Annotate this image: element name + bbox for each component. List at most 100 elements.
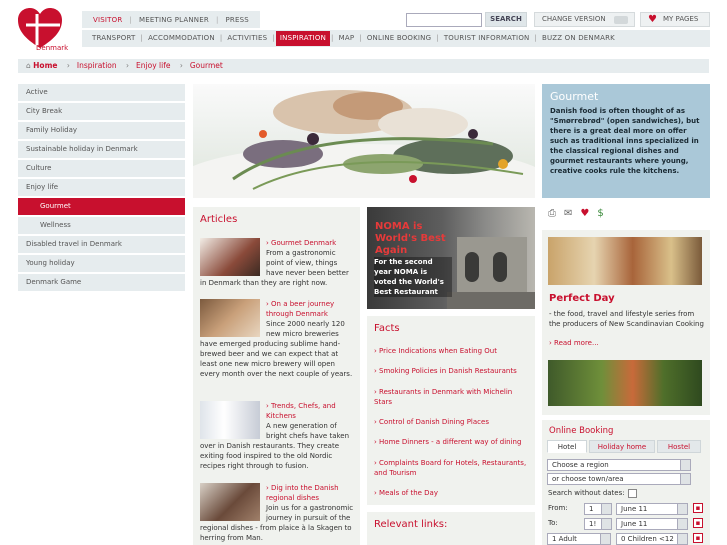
article-link[interactable]: › Trends, Chefs, and Kitchens [266, 402, 336, 420]
search-without-dates-checkbox[interactable] [628, 489, 637, 498]
search-button[interactable]: SEARCH [485, 12, 527, 27]
breadcrumb-inspiration[interactable]: Inspiration [77, 61, 117, 70]
dropdown-arrow-icon [677, 519, 687, 529]
calendar-icon[interactable]: ▪ [693, 533, 703, 543]
fact-link[interactable]: › Price Indications when Eating Out [374, 346, 532, 356]
calendar-icon[interactable]: ▪ [693, 518, 703, 528]
logo-text: Denmark [36, 44, 69, 52]
nav-buzz-on-denmark[interactable]: BUZZ ON DENMARK [538, 31, 619, 46]
top-nav-meeting-planner[interactable]: MEETING PLANNER [132, 16, 216, 24]
relevant-links-panel: Relevant links: [367, 512, 535, 545]
nav-activities[interactable]: ACTIVITIES [223, 31, 271, 46]
top-nav-press[interactable]: PRESS [219, 16, 256, 24]
search-input[interactable] [406, 13, 482, 27]
nav-map[interactable]: MAP [335, 31, 359, 46]
fact-link[interactable]: › Meals of the Day [374, 488, 532, 498]
sidebar-item-gourmet[interactable]: Gourmet [18, 198, 185, 215]
noma-text: For the second year NOMA is voted the Wo… [374, 257, 452, 297]
sidebar-item-active[interactable]: Active [18, 84, 185, 101]
fact-link[interactable]: › Smoking Policies in Danish Restaurants [374, 366, 532, 376]
facts-panel: Facts › Price Indications when Eating Ou… [367, 316, 535, 505]
to-label: To: [548, 519, 558, 527]
my-pages-label: MY PAGES [663, 15, 699, 23]
calendar-icon[interactable]: ▪ [693, 503, 703, 513]
articles-panel: Articles › Gourmet Denmark From a gastro… [193, 207, 360, 545]
gourmet-title: Gourmet [550, 90, 599, 103]
from-day-select[interactable]: 1 [584, 503, 612, 515]
top-nav-visitor[interactable]: VISITOR [86, 16, 129, 24]
region-select[interactable]: Choose a region [547, 459, 691, 471]
hero-image-gourmet-dish [193, 84, 535, 198]
top-nav: VISITOR | MEETING PLANNER | PRESS [82, 11, 260, 28]
sidebar: Active City Break Family Holiday Sustain… [18, 84, 185, 293]
from-day-value: 1 [589, 505, 594, 513]
change-version-button[interactable]: CHANGE VERSION [534, 12, 635, 27]
perfect-day-image-vegetables[interactable] [548, 237, 702, 285]
dropdown-arrow-icon [601, 519, 611, 529]
perfect-day-text: - the food, travel and lifestyle series … [549, 310, 704, 328]
sidebar-item-sustainable-holiday[interactable]: Sustainable holiday in Denmark [18, 141, 185, 158]
to-day-select[interactable]: 1! [584, 518, 612, 530]
fact-link[interactable]: › Control of Danish Dining Places [374, 417, 532, 427]
noma-feature[interactable]: NOMA is World's Best Again For the secon… [367, 207, 535, 309]
breadcrumb: ⌂ Home › Inspiration › Enjoy life › Gourmet [18, 59, 709, 73]
gourmet-intro: Gourmet Danish food is often thought of … [542, 84, 710, 198]
to-month-select[interactable]: June 11 [616, 518, 688, 530]
fact-link[interactable]: › Complaints Board for Hotels, Restauran… [374, 458, 532, 478]
breadcrumb-home[interactable]: Home [33, 61, 57, 70]
heart-icon: ♥ [648, 14, 657, 25]
nav-online-booking[interactable]: ONLINE BOOKING [363, 31, 435, 46]
perfect-day-image-garden[interactable] [548, 360, 702, 406]
breadcrumb-gourmet: Gourmet [189, 61, 223, 70]
tab-hotel[interactable]: Hotel [547, 440, 587, 453]
article-item: › Trends, Chefs, and Kitchens A new gene… [200, 401, 355, 471]
page-tools: ⎙ ✉ ♥ $ [548, 208, 628, 220]
to-day-value: 1! [589, 520, 597, 528]
town-select-value: or choose town/area [552, 475, 624, 483]
fact-link[interactable]: › Home Dinners - a different way of dini… [374, 437, 532, 447]
from-month-select[interactable]: June 11 [616, 503, 688, 515]
perfect-day-title[interactable]: Perfect Day [549, 293, 615, 304]
change-version-label: CHANGE VERSION [542, 15, 606, 23]
dropdown-arrow-icon [680, 460, 690, 470]
article-item: › On a beer journey through Denmark Sinc… [200, 299, 355, 379]
children-select[interactable]: 0 Children <12 [616, 533, 688, 545]
article-link[interactable]: › Gourmet Denmark [266, 239, 336, 247]
nav-tourist-information[interactable]: TOURIST INFORMATION [440, 31, 534, 46]
nav-transport[interactable]: TRANSPORT [88, 31, 140, 46]
email-icon[interactable]: ✉ [564, 209, 572, 219]
dropdown-arrow-icon [600, 534, 610, 544]
read-more-link[interactable]: › Read more... [549, 339, 599, 347]
article-thumbnail[interactable] [200, 401, 260, 439]
adults-select[interactable]: 1 Adult [547, 533, 611, 545]
breadcrumb-enjoy-life[interactable]: Enjoy life [136, 61, 170, 70]
sidebar-item-culture[interactable]: Culture [18, 160, 185, 177]
currency-icon[interactable]: $ [597, 209, 603, 219]
favourite-heart-icon[interactable]: ♥ [580, 209, 589, 219]
print-icon[interactable]: ⎙ [548, 209, 556, 219]
noma-title[interactable]: NOMA is World's Best Again [375, 221, 450, 257]
article-thumbnail[interactable] [200, 299, 260, 337]
sidebar-item-family-holiday[interactable]: Family Holiday [18, 122, 185, 139]
article-thumbnail[interactable] [200, 483, 260, 521]
sidebar-item-young-holiday[interactable]: Young holiday [18, 255, 185, 272]
town-select[interactable]: or choose town/area [547, 473, 691, 485]
sidebar-item-disabled-travel[interactable]: Disabled travel in Denmark [18, 236, 185, 253]
sidebar-item-denmark-game[interactable]: Denmark Game [18, 274, 185, 291]
nav-accommodation[interactable]: ACCOMMODATION [144, 31, 219, 46]
nav-inspiration[interactable]: INSPIRATION [275, 31, 331, 46]
article-thumbnail[interactable] [200, 238, 260, 276]
sidebar-item-city-break[interactable]: City Break [18, 103, 185, 120]
sidebar-item-wellness[interactable]: Wellness [18, 217, 185, 234]
online-booking-title: Online Booking [549, 426, 614, 436]
article-link[interactable]: › On a beer journey through Denmark [266, 300, 334, 318]
my-pages-button[interactable]: ♥ MY PAGES [640, 12, 710, 27]
article-link[interactable]: › Dig into the Danish regional dishes [266, 484, 339, 502]
sidebar-item-enjoy-life[interactable]: Enjoy life [18, 179, 185, 196]
dropdown-arrow-icon [677, 504, 687, 514]
region-select-value: Choose a region [552, 461, 609, 469]
toggle-icon [614, 16, 628, 24]
tab-holiday-home[interactable]: Holiday home [589, 440, 655, 453]
tab-hostel[interactable]: Hostel [657, 440, 701, 453]
fact-link[interactable]: › Restaurants in Denmark with Michelin S… [374, 387, 532, 407]
